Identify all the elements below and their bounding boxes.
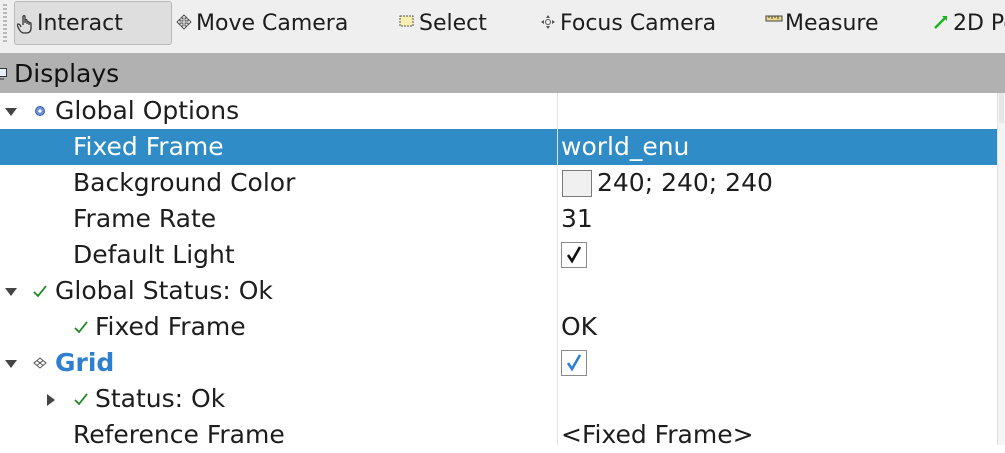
green-arrow-icon (933, 12, 953, 34)
focus-crosshair-icon (540, 12, 560, 34)
tree-row-label: Status: Ok (95, 384, 226, 413)
tool-select-label: Select (419, 10, 487, 36)
tool-move-camera-button[interactable]: Move Camera (176, 1, 348, 45)
tree-row-label: Grid (55, 348, 115, 377)
monitor-icon (0, 66, 8, 80)
select-rect-icon (399, 12, 419, 34)
displays-panel-title: Displays (14, 58, 120, 88)
expand-arrow-down-icon[interactable] (4, 104, 18, 118)
tree-row-fixed-frame[interactable]: Fixed Frame world_enu (0, 129, 997, 165)
expand-arrow-right-icon[interactable] (44, 392, 58, 406)
color-swatch[interactable] (562, 170, 592, 197)
tree-row-fixed-frame-status[interactable]: Fixed Frame OK (0, 309, 997, 345)
grid-enabled-checkbox[interactable] (561, 350, 587, 376)
tool-focus-camera-button[interactable]: Focus Camera (540, 1, 716, 45)
vertical-scrollbar[interactable] (997, 93, 1005, 445)
tree-row-background-color[interactable]: Background Color 240; 240; 240 (0, 165, 997, 201)
ok-check-icon (73, 390, 89, 408)
reference-frame-value-field[interactable]: <Fixed Frame> (561, 417, 754, 453)
tool-measure-label: Measure (785, 10, 879, 36)
displays-tree: Global Options Fixed Frame world_enu Bac… (0, 93, 997, 449)
tool-move-camera-label: Move Camera (196, 10, 349, 36)
tool-2d-pose-label: 2D Po (953, 10, 1005, 36)
tree-row-global-options[interactable]: Global Options (0, 93, 997, 129)
tree-row-label: Frame Rate (73, 204, 217, 233)
tree-row-reference-frame[interactable]: Reference Frame <Fixed Frame> (0, 417, 997, 453)
tool-interact-label: Interact (37, 10, 123, 36)
tree-row-frame-rate[interactable]: Frame Rate 31 (0, 201, 997, 237)
tree-row-label: Default Light (73, 240, 235, 269)
checkmark-icon (566, 246, 582, 264)
tool-measure-button[interactable]: Measure (765, 1, 879, 45)
tree-row-label: Global Status: Ok (55, 276, 273, 305)
expand-arrow-down-icon[interactable] (4, 356, 18, 370)
hand-pointer-icon (17, 12, 37, 34)
expand-arrow-down-icon[interactable] (4, 284, 18, 298)
tool-2d-pose-button[interactable]: 2D Po (933, 1, 1005, 45)
move-arrows-icon (176, 12, 196, 34)
fixed-frame-status-value: OK (561, 312, 598, 341)
tool-focus-camera-label: Focus Camera (560, 10, 717, 36)
tool-select-button[interactable]: Select (399, 1, 487, 45)
displays-panel-header: Displays (0, 53, 1005, 93)
checkmark-icon (566, 354, 582, 372)
tools-toolbar: Interact Move Camera Select Focus Camera… (0, 0, 1005, 54)
grid-icon (32, 354, 48, 372)
tree-row-grid-status[interactable]: Status: Ok (0, 381, 997, 417)
gear-icon (32, 102, 48, 120)
scrollbar-thumb[interactable] (999, 93, 1004, 123)
tree-row-global-status[interactable]: Global Status: Ok (0, 273, 997, 309)
frame-rate-value-field[interactable]: 31 (561, 201, 593, 237)
column-divider[interactable] (557, 93, 558, 445)
tool-interact-button[interactable]: Interact (14, 1, 172, 45)
tree-row-label: Fixed Frame (95, 312, 246, 341)
tree-row-default-light[interactable]: Default Light (0, 237, 997, 273)
default-light-checkbox[interactable] (561, 242, 587, 268)
tree-row-label: Background Color (73, 168, 296, 197)
ok-check-icon (73, 318, 89, 336)
toolbar-grip[interactable] (3, 4, 7, 44)
tree-row-label: Global Options (55, 96, 240, 125)
tree-row-label: Fixed Frame (73, 132, 224, 161)
ruler-icon (765, 12, 785, 34)
tree-row-grid[interactable]: Grid (0, 345, 997, 381)
fixed-frame-value-field[interactable]: world_enu (561, 129, 689, 165)
ok-check-icon (32, 282, 48, 300)
tree-row-label: Reference Frame (73, 420, 285, 449)
background-color-value[interactable]: 240; 240; 240 (597, 165, 773, 201)
